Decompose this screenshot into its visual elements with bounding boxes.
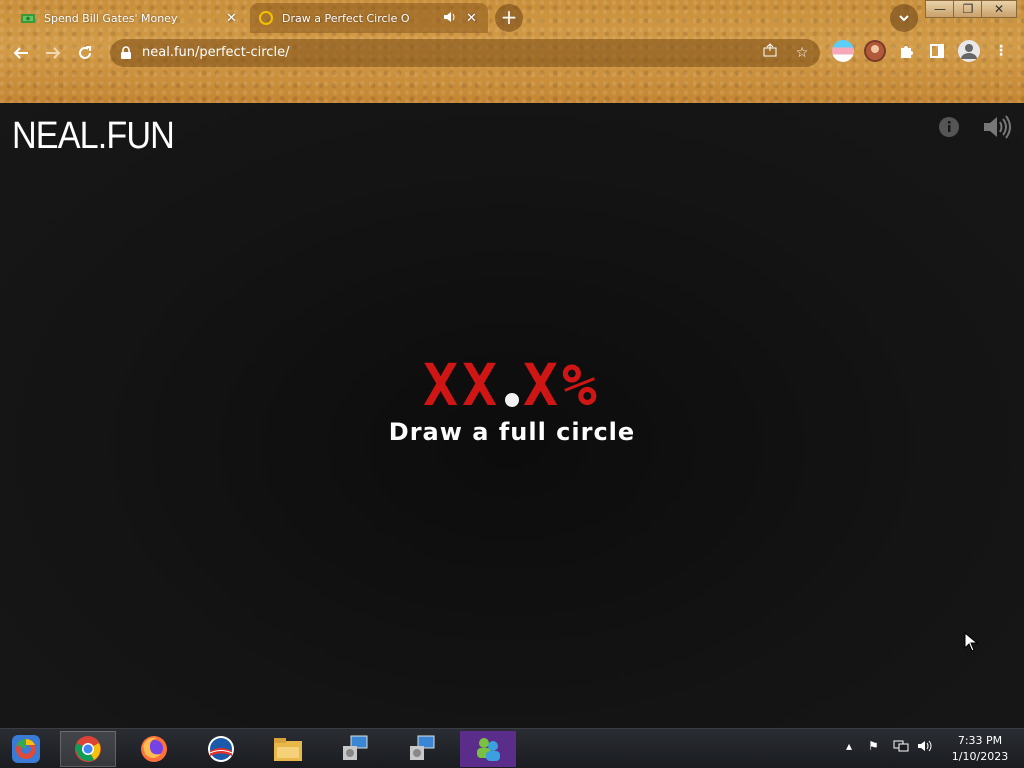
money-icon <box>20 10 36 26</box>
address-bar[interactable]: neal.fun/perfect-circle/ ☆ <box>110 39 820 67</box>
browser-chrome: Spend Bill Gates' Money ✕ Draw a Perfect… <box>0 0 1024 103</box>
tab-close-button[interactable]: ✕ <box>466 11 477 26</box>
bookmark-star-icon[interactable]: ☆ <box>792 43 812 63</box>
clock-time: 7:33 PM <box>957 734 1003 747</box>
back-arrow-icon <box>13 47 28 59</box>
profile-extension-icon[interactable] <box>864 40 886 62</box>
taskbar-messenger[interactable] <box>460 731 516 767</box>
tab-close-button[interactable]: ✕ <box>226 11 237 26</box>
page-content[interactable]: NEAL.FUN XX X% Draw a full circle <box>0 103 1024 728</box>
sound-on-icon[interactable] <box>982 113 1012 141</box>
start-orb-icon <box>12 735 40 763</box>
extension-flag-icon[interactable] <box>832 40 854 62</box>
mouse-cursor-icon <box>964 631 979 652</box>
chevron-down-icon <box>898 13 910 27</box>
taskbar-chrome[interactable] <box>60 731 116 767</box>
url-text[interactable]: neal.fun/perfect-circle/ <box>142 45 289 60</box>
reload-button[interactable] <box>72 40 98 66</box>
forward-button[interactable] <box>40 40 66 66</box>
browser-toolbar: neal.fun/perfect-circle/ ☆ ⋮ <box>0 36 1024 70</box>
tab-search-button[interactable] <box>890 4 918 32</box>
taskbar-obama-app[interactable] <box>193 731 249 767</box>
messenger-people-icon <box>477 738 500 761</box>
volume-icon[interactable] <box>917 739 933 756</box>
show-hidden-icons-button[interactable]: ▴ <box>846 739 852 753</box>
site-logo[interactable]: NEAL.FUN <box>12 115 175 158</box>
tab-spend-bill-gates-money[interactable]: Spend Bill Gates' Money ✕ <box>12 3 244 33</box>
folder-icon <box>274 738 302 761</box>
restore-button[interactable]: ❐ <box>953 0 983 18</box>
score-decimal: X% <box>523 351 601 419</box>
taskbar-installer-2[interactable] <box>394 731 450 767</box>
info-icon[interactable] <box>938 116 960 138</box>
firefox-icon <box>141 736 167 762</box>
account-avatar-icon[interactable] <box>958 40 980 62</box>
clock-date: 1/10/2023 <box>951 750 1009 763</box>
side-panel-icon[interactable] <box>926 40 948 62</box>
network-icon[interactable] <box>893 739 909 756</box>
computer-setup-icon <box>410 735 435 760</box>
center-dot <box>505 393 519 407</box>
browser-menu-icon[interactable]: ⋮ <box>990 40 1012 62</box>
close-window-button[interactable]: ✕ <box>981 0 1017 18</box>
puzzle-extensions-icon[interactable] <box>895 40 917 62</box>
system-clock[interactable]: 7:33 PM 1/10/2023 <box>940 733 1020 765</box>
circle-logo-icon <box>208 736 234 762</box>
audio-playing-icon[interactable] <box>443 10 457 27</box>
share-icon[interactable] <box>760 43 780 63</box>
action-center-flag-icon[interactable]: ⚑ <box>868 739 879 753</box>
new-tab-button[interactable]: + <box>495 4 523 32</box>
reload-icon <box>79 46 91 59</box>
taskbar-installer-1[interactable] <box>327 731 383 767</box>
start-button[interactable] <box>0 731 52 767</box>
tab-draw-a-perfect-circle[interactable]: Draw a Perfect Circle O ✕ <box>250 3 488 33</box>
tab-title: Draw a Perfect Circle O <box>282 11 410 25</box>
windows-taskbar: ▴ ⚑ 7:33 PM 1/10/2023 <box>0 728 1024 768</box>
tab-title: Spend Bill Gates' Money <box>44 11 178 25</box>
minimize-button[interactable]: — <box>925 0 955 18</box>
accuracy-score: XX X% <box>0 351 1024 419</box>
back-button[interactable] <box>8 40 34 66</box>
chrome-icon <box>75 736 101 762</box>
forward-arrow-icon <box>46 47 61 59</box>
circle-favicon-icon <box>258 10 274 26</box>
taskbar-firefox[interactable] <box>126 731 182 767</box>
score-integer: XX <box>423 351 501 419</box>
draw-instruction: Draw a full circle <box>388 418 636 446</box>
taskbar-file-explorer[interactable] <box>260 731 316 767</box>
computer-setup-icon <box>343 735 368 760</box>
lock-icon[interactable] <box>120 45 132 59</box>
